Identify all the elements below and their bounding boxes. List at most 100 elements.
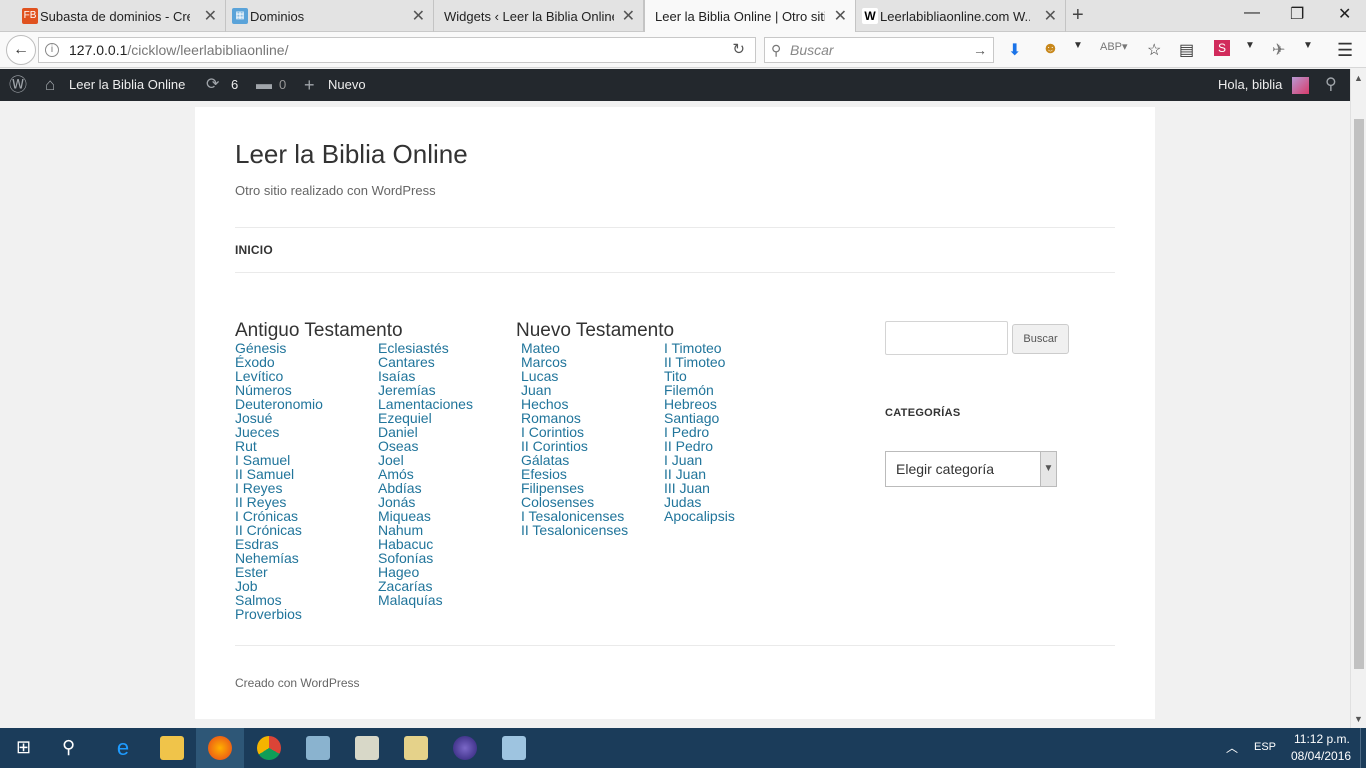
- notepad-icon[interactable]: [355, 736, 379, 760]
- adblock-icon[interactable]: ABP▾: [1100, 40, 1128, 53]
- reading-list-icon[interactable]: ▤: [1179, 40, 1194, 60]
- book-link[interactable]: Génesis: [235, 341, 323, 355]
- book-link[interactable]: Nahum: [378, 523, 473, 537]
- book-link[interactable]: Jeremías: [378, 383, 473, 397]
- book-link[interactable]: Filemón: [664, 383, 735, 397]
- search-go-icon[interactable]: →: [973, 38, 987, 62]
- book-link[interactable]: Proverbios: [235, 607, 323, 621]
- book-link[interactable]: Judas: [664, 495, 735, 509]
- book-link[interactable]: Abdías: [378, 481, 473, 495]
- book-link[interactable]: I Pedro: [664, 425, 735, 439]
- updates-count[interactable]: 6: [231, 69, 238, 101]
- site-title[interactable]: Leer la Biblia Online: [235, 139, 468, 170]
- book-link[interactable]: Marcos: [521, 355, 628, 369]
- search-icon[interactable]: ⚲: [1325, 69, 1337, 101]
- book-link[interactable]: II Juan: [664, 467, 735, 481]
- book-link[interactable]: I Samuel: [235, 453, 323, 467]
- file-explorer-icon[interactable]: [160, 736, 184, 760]
- footer-credit[interactable]: Creado con WordPress: [235, 676, 360, 690]
- comments-count[interactable]: 0: [279, 69, 286, 101]
- browser-tab-active[interactable]: Leer la Biblia Online | Otro siti... ✕: [644, 0, 856, 33]
- info-icon[interactable]: i: [45, 43, 59, 57]
- book-link[interactable]: Rut: [235, 439, 323, 453]
- book-link[interactable]: Deuteronomio: [235, 397, 323, 411]
- book-link[interactable]: Tito: [664, 369, 735, 383]
- book-link[interactable]: Daniel: [378, 425, 473, 439]
- home-icon[interactable]: ⌂: [45, 69, 55, 101]
- book-link[interactable]: I Corintios: [521, 425, 628, 439]
- extension-icon[interactable]: ✈: [1272, 40, 1285, 60]
- new-content-link[interactable]: Nuevo: [328, 69, 366, 101]
- book-link[interactable]: Miqueas: [378, 509, 473, 523]
- book-link[interactable]: Habacuc: [378, 537, 473, 551]
- scroll-down-icon[interactable]: ▼: [1354, 714, 1363, 724]
- book-link[interactable]: Mateo: [521, 341, 628, 355]
- book-link[interactable]: Nehemías: [235, 551, 323, 565]
- close-tab-icon[interactable]: ✕: [1044, 6, 1057, 26]
- search-icon[interactable]: ⚲: [62, 737, 75, 758]
- browser-tab[interactable]: FB Subasta de dominios - Cre... ✕: [16, 0, 226, 32]
- book-link[interactable]: II Pedro: [664, 439, 735, 453]
- page-scrollbar[interactable]: ▲ ▼: [1350, 69, 1366, 728]
- bookmark-star-icon[interactable]: ☆: [1147, 40, 1161, 60]
- book-link[interactable]: Juan: [521, 383, 628, 397]
- book-link[interactable]: Eclesiastés: [378, 341, 473, 355]
- close-tab-icon[interactable]: ✕: [834, 6, 847, 26]
- hamburger-menu-icon[interactable]: ☰: [1337, 40, 1353, 61]
- book-link[interactable]: Hechos: [521, 397, 628, 411]
- book-link[interactable]: Sofonías: [378, 551, 473, 565]
- s-extension-icon[interactable]: S: [1214, 40, 1230, 56]
- windows-start-icon[interactable]: ⊞: [16, 737, 31, 758]
- browser-search-input[interactable]: ⚲ Buscar →: [764, 37, 994, 63]
- book-link[interactable]: Zacarías: [378, 579, 473, 593]
- book-link[interactable]: I Juan: [664, 453, 735, 467]
- close-tab-icon[interactable]: ✕: [622, 6, 635, 26]
- book-link[interactable]: II Crónicas: [235, 523, 323, 537]
- browser-tab[interactable]: W Leerlabibliaonline.com W... ✕: [856, 0, 1066, 32]
- browser-tab[interactable]: Widgets ‹ Leer la Biblia Online ... ✕: [434, 0, 644, 32]
- admin-site-name[interactable]: Leer la Biblia Online: [69, 69, 185, 101]
- updates-icon[interactable]: ⟳: [206, 69, 219, 101]
- book-link[interactable]: Salmos: [235, 593, 323, 607]
- book-link[interactable]: II Samuel: [235, 467, 323, 481]
- close-window-icon[interactable]: ✕: [1338, 4, 1351, 24]
- book-link[interactable]: Jueces: [235, 425, 323, 439]
- paint-icon[interactable]: [502, 736, 526, 760]
- dropdown-arrow-icon[interactable]: ▼: [1073, 40, 1083, 51]
- sidebar-search-button[interactable]: Buscar: [1012, 324, 1069, 354]
- tray-chevron-up-icon[interactable]: ︿: [1226, 739, 1238, 756]
- download-icon[interactable]: ⬇: [1008, 40, 1021, 60]
- book-link[interactable]: Efesios: [521, 467, 628, 481]
- book-link[interactable]: Oseas: [378, 439, 473, 453]
- new-tab-icon[interactable]: +: [1072, 4, 1084, 27]
- avatar[interactable]: [1292, 77, 1309, 94]
- book-link[interactable]: Ester: [235, 565, 323, 579]
- comments-icon[interactable]: ▬: [256, 69, 272, 101]
- close-tab-icon[interactable]: ✕: [412, 6, 425, 26]
- book-link[interactable]: I Reyes: [235, 481, 323, 495]
- book-link[interactable]: Hebreos: [664, 397, 735, 411]
- book-link[interactable]: Romanos: [521, 411, 628, 425]
- book-link[interactable]: I Crónicas: [235, 509, 323, 523]
- book-link[interactable]: Job: [235, 579, 323, 593]
- show-desktop-button[interactable]: [1360, 728, 1366, 768]
- user-greeting[interactable]: Hola, biblia: [1218, 69, 1282, 101]
- book-link[interactable]: Esdras: [235, 537, 323, 551]
- clock-date[interactable]: 08/04/2016: [1291, 749, 1351, 763]
- folder-app-icon[interactable]: [404, 736, 428, 760]
- book-link[interactable]: Números: [235, 383, 323, 397]
- language-indicator[interactable]: ESP: [1254, 741, 1276, 753]
- sidebar-search-input[interactable]: [885, 321, 1008, 355]
- dropdown-arrow-icon[interactable]: ▼: [1245, 40, 1255, 51]
- book-link[interactable]: Jonás: [378, 495, 473, 509]
- book-link[interactable]: Apocalipsis: [664, 509, 735, 523]
- book-link[interactable]: Ezequiel: [378, 411, 473, 425]
- greasemonkey-icon[interactable]: ☻: [1042, 40, 1059, 58]
- book-link[interactable]: II Reyes: [235, 495, 323, 509]
- scrollbar-thumb[interactable]: [1354, 119, 1364, 669]
- book-link[interactable]: Gálatas: [521, 453, 628, 467]
- categories-select[interactable]: Elegir categoría ▼: [885, 451, 1057, 487]
- edge-browser-icon[interactable]: e: [111, 736, 135, 760]
- clock-time[interactable]: 11:12 p.m.: [1294, 732, 1350, 746]
- firefox-icon[interactable]: [208, 736, 232, 760]
